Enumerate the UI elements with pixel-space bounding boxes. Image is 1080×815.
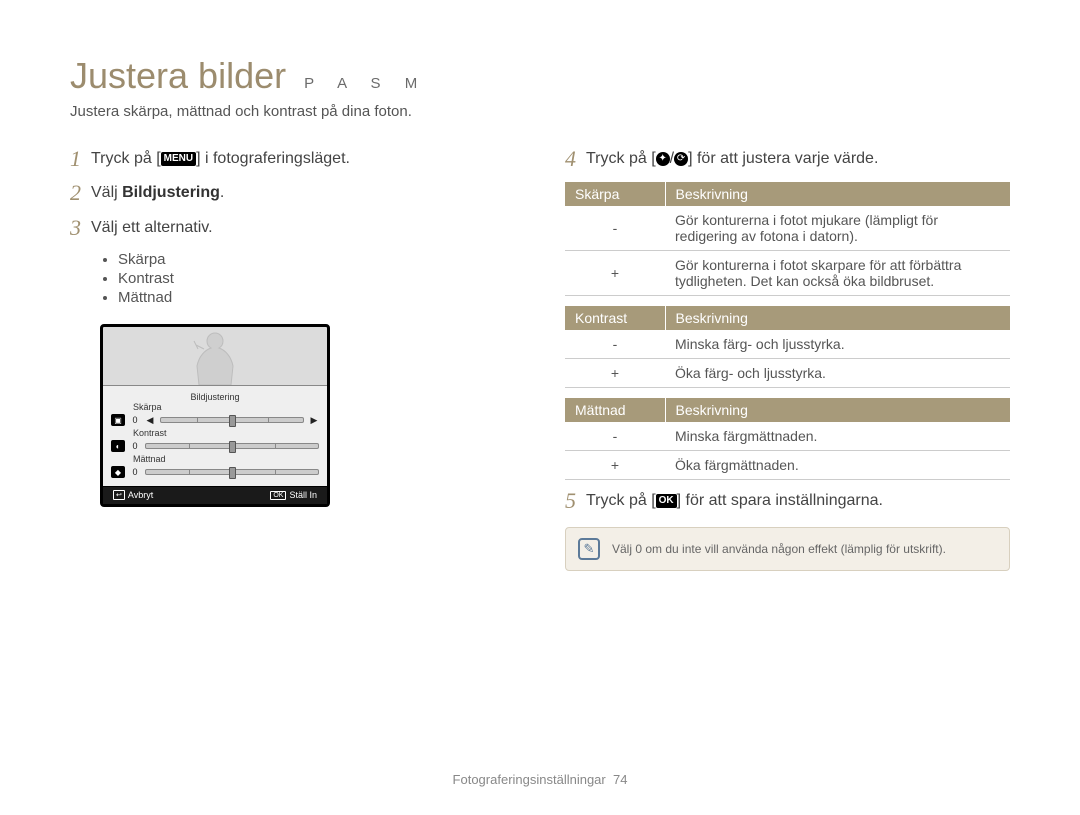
td: Minska färgmättnaden. (665, 422, 1010, 451)
td: - (565, 206, 665, 251)
camera-screen-illustration: Bildjustering Skärpa ▣ 0 ◀ ▶ Kontrast ◐ … (100, 324, 330, 507)
step1-pre: Tryck på [ (91, 150, 161, 167)
note-text: Välj 0 om du inte vill använda någon eff… (612, 542, 946, 556)
step-number: 2 (70, 182, 81, 204)
step-3: 3 Välj ett alternativ. (70, 217, 515, 239)
list-item: Skärpa (118, 251, 515, 268)
td: Minska färg- och ljusstyrka. (665, 330, 1010, 359)
flash-icon: ✦ (656, 152, 670, 166)
ok-icon: OK (270, 491, 286, 500)
page-title: Justera bilder (70, 55, 286, 97)
screen-footer: ↩Avbryt OKStäll In (103, 486, 327, 504)
td: Gör konturerna i fotot skarpare för att … (665, 251, 1010, 296)
td: Gör konturerna i fotot mjukare (lämpligt… (665, 206, 1010, 251)
th: Beskrivning (665, 182, 1010, 206)
list-item: Kontrast (118, 270, 515, 287)
step-4: 4 Tryck på [✦/⟳] för att justera varje v… (565, 148, 1010, 170)
silhouette-icon (189, 329, 241, 385)
right-column: 4 Tryck på [✦/⟳] för att justera varje v… (565, 148, 1010, 571)
step-number: 4 (565, 148, 576, 170)
option-list: Skärpa Kontrast Mättnad (118, 251, 515, 306)
back-icon: ↩ (113, 490, 125, 500)
slider-label: Kontrast (133, 428, 319, 438)
screen-title: Bildjustering (111, 390, 319, 402)
step-number: 3 (70, 217, 81, 239)
timer-icon: ⟳ (674, 152, 688, 166)
slider-value: 0 (130, 467, 140, 477)
footer-page: 74 (613, 772, 627, 787)
table-contrast: KontrastBeskrivning -Minska färg- och lj… (565, 306, 1010, 388)
page-footer: Fotograferingsinställningar 74 (0, 772, 1080, 787)
pasm-badge: P A S M (304, 75, 427, 92)
td: Öka färgmättnaden. (665, 451, 1010, 480)
td: - (565, 330, 665, 359)
step5-pre: Tryck på [ (586, 492, 656, 509)
right-arrow-icon: ▶ (309, 415, 319, 426)
th: Beskrivning (665, 398, 1010, 422)
step2-pre: Välj (91, 184, 122, 201)
page-header: Justera bilder P A S M (70, 55, 1010, 97)
slider-row: ◆ 0 (111, 466, 319, 478)
cancel-label: Avbryt (128, 490, 153, 500)
step4-post: ] för att justera varje värde. (688, 150, 878, 167)
footer-label: Fotograferingsinställningar (453, 772, 606, 787)
step-5: 5 Tryck på [OK] för att spara inställnin… (565, 490, 1010, 512)
left-arrow-icon: ◀ (145, 415, 155, 426)
menu-icon: MENU (161, 152, 196, 166)
step-number: 1 (70, 148, 81, 170)
list-item: Mättnad (118, 289, 515, 306)
step-number: 5 (565, 490, 576, 512)
td: + (565, 359, 665, 388)
step-2: 2 Välj Bildjustering. (70, 182, 515, 204)
td: + (565, 251, 665, 296)
note-box: ✎ Välj 0 om du inte vill använda någon e… (565, 527, 1010, 571)
contrast-icon: ◐ (111, 440, 125, 452)
td: Öka färg- och ljusstyrka. (665, 359, 1010, 388)
step2-post: . (220, 184, 224, 201)
sharpness-icon: ▣ (111, 414, 125, 426)
slider-label: Skärpa (133, 402, 319, 412)
saturation-icon: ◆ (111, 466, 125, 478)
th: Beskrivning (665, 306, 1010, 330)
ok-label: Ställ In (289, 490, 317, 500)
td: + (565, 451, 665, 480)
ok-icon: OK (656, 494, 677, 508)
step3-text: Välj ett alternativ. (91, 217, 515, 239)
left-column: 1 Tryck på [MENU] i fotograferingsläget.… (70, 148, 515, 571)
td: - (565, 422, 665, 451)
slider-label: Mättnad (133, 454, 319, 464)
th: Kontrast (565, 306, 665, 330)
step1-post: ] i fotograferingsläget. (196, 150, 350, 167)
slider-value: 0 (130, 441, 140, 451)
th: Skärpa (565, 182, 665, 206)
slider-row: ◐ 0 (111, 440, 319, 452)
slider-row: ▣ 0 ◀ ▶ (111, 414, 319, 426)
slider-value: 0 (130, 415, 140, 425)
page-subtitle: Justera skärpa, mättnad och kontrast på … (70, 103, 1010, 120)
step4-pre: Tryck på [ (586, 150, 656, 167)
th: Mättnad (565, 398, 665, 422)
step-1: 1 Tryck på [MENU] i fotograferingsläget. (70, 148, 515, 170)
step5-post: ] för att spara inställningarna. (677, 492, 883, 509)
table-saturation: MättnadBeskrivning -Minska färgmättnaden… (565, 398, 1010, 480)
table-sharpness: SkärpaBeskrivning -Gör konturerna i foto… (565, 182, 1010, 296)
note-icon: ✎ (578, 538, 600, 560)
step2-bold: Bildjustering (122, 184, 220, 201)
